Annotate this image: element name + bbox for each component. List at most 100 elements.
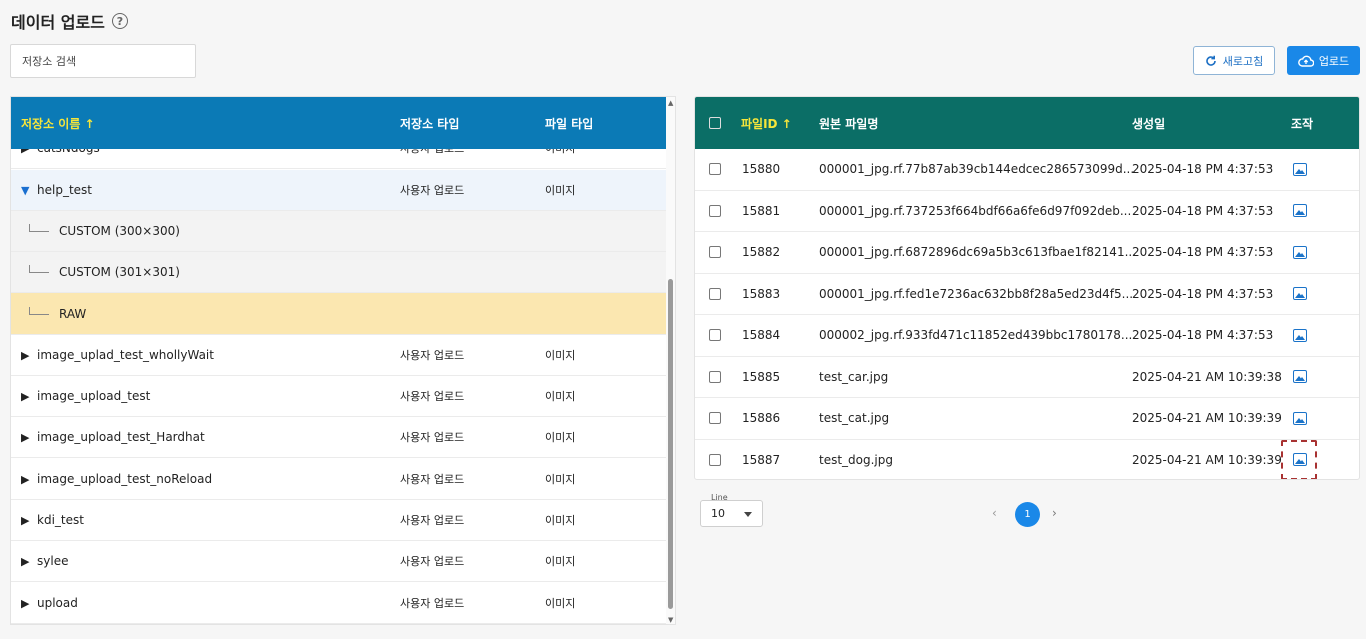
next-page-icon[interactable]: › bbox=[1052, 506, 1057, 520]
row-checkbox[interactable] bbox=[709, 204, 721, 217]
image-preview-icon[interactable] bbox=[1293, 370, 1307, 384]
refresh-icon bbox=[1205, 55, 1216, 66]
file-id-cell: 15882 bbox=[742, 245, 781, 260]
repository-table-header: 저장소 이름 ↑ 저장소 타입 파일 타입 bbox=[11, 97, 666, 149]
tree-branch-line bbox=[29, 224, 49, 232]
image-preview-icon[interactable] bbox=[1293, 245, 1307, 259]
expand-right-icon[interactable]: ▶ bbox=[21, 514, 31, 527]
page-title: 데이터 업로드 ? bbox=[11, 9, 128, 33]
table-row[interactable]: ▶catsNdogs 사용자 업로드 이미지 bbox=[11, 149, 666, 169]
file-name-cell: test_car.jpg bbox=[819, 369, 889, 384]
file-id-cell: 15884 bbox=[742, 328, 781, 343]
row-checkbox[interactable] bbox=[709, 246, 721, 259]
created-date-cell: 2025-04-18 PM 4:37:53 bbox=[1132, 162, 1274, 177]
scroll-down-icon[interactable]: ▼ bbox=[668, 616, 673, 624]
search-placeholder: 저장소 검색 bbox=[22, 55, 77, 68]
image-preview-icon[interactable] bbox=[1293, 204, 1307, 218]
table-row[interactable]: ▶ image_upload_test_noReload 사용자 업로드 이미지 bbox=[11, 459, 666, 500]
file-name-cell: 000002_jpg.rf.933fd471c11852ed439bbc1780… bbox=[819, 328, 1133, 343]
created-date-cell: 2025-04-18 PM 4:37:53 bbox=[1132, 286, 1274, 301]
table-row[interactable]: ▼ help_test 사용자 업로드 이미지 bbox=[11, 170, 666, 211]
highlight-box bbox=[1281, 439, 1317, 479]
expand-right-icon[interactable]: ▶ bbox=[21, 431, 31, 444]
repository-table: 저장소 이름 ↑ 저장소 타입 파일 타입 ▶catsNdogs 사용자 업로드… bbox=[10, 96, 676, 625]
search-input[interactable]: 저장소 검색 bbox=[10, 44, 196, 78]
row-checkbox[interactable] bbox=[709, 370, 721, 383]
sort-repo-name-header[interactable]: 저장소 이름 ↑ bbox=[21, 115, 95, 132]
table-row[interactable]: 15881 000001_jpg.rf.737253f664bdf66a6fe6d… bbox=[695, 191, 1359, 232]
original-name-header: 원본 파일명 bbox=[819, 116, 879, 131]
created-date-cell: 2025-04-18 PM 4:37:53 bbox=[1132, 245, 1274, 260]
table-row[interactable]: 15882 000001_jpg.rf.6872896dc69a5b3c613fb… bbox=[695, 232, 1359, 274]
table-row[interactable]: ▶ image_upload_test 사용자 업로드 이미지 bbox=[11, 376, 666, 417]
cloud-upload-icon bbox=[1297, 55, 1314, 67]
created-date-header: 생성일 bbox=[1132, 116, 1166, 131]
table-row[interactable]: 15886 test_cat.jpg 2025-04-21 AM 10:39:39 bbox=[695, 398, 1359, 440]
created-date-cell: 2025-04-21 AM 10:39:39 bbox=[1132, 452, 1282, 467]
table-row[interactable]: 15884 000002_jpg.rf.933fd471c11852ed439bb… bbox=[695, 315, 1359, 357]
table-row[interactable]: ▶ image_upload_test_Hardhat 사용자 업로드 이미지 bbox=[11, 417, 666, 458]
page-title-text: 데이터 업로드 bbox=[11, 13, 105, 32]
expand-right-icon[interactable]: ▶ bbox=[21, 555, 31, 568]
refresh-label: 새로고침 bbox=[1222, 54, 1264, 68]
table-row[interactable]: ▶ upload 사용자 업로드 이미지 bbox=[11, 583, 666, 624]
created-date-cell: 2025-04-21 AM 10:39:38 bbox=[1132, 369, 1282, 384]
row-checkbox[interactable] bbox=[709, 453, 721, 466]
file-name-cell: 000001_jpg.rf.737253f664bdf66a6fe6d97f09… bbox=[819, 203, 1132, 218]
file-name-cell: 000001_jpg.rf.77b87ab39cb144edcec2865730… bbox=[819, 162, 1135, 177]
image-preview-icon[interactable] bbox=[1293, 411, 1307, 425]
row-checkbox[interactable] bbox=[709, 329, 721, 342]
file-name-cell: test_cat.jpg bbox=[819, 411, 890, 426]
row-checkbox[interactable] bbox=[709, 163, 721, 176]
prev-page-icon[interactable]: ‹ bbox=[992, 506, 997, 520]
table-row[interactable]: 15887 test_dog.jpg 2025-04-21 AM 10:39:39 bbox=[695, 439, 1359, 479]
tree-child-row[interactable]: CUSTOM (301×301) bbox=[11, 252, 666, 293]
image-preview-icon[interactable] bbox=[1293, 162, 1307, 176]
tree-branch-line bbox=[29, 306, 49, 315]
image-preview-icon[interactable] bbox=[1293, 287, 1307, 301]
table-row[interactable]: ▶ kdi_test 사용자 업로드 이미지 bbox=[11, 500, 666, 541]
file-table-header: 파일ID ↑ 원본 파일명 생성일 조작 bbox=[695, 97, 1359, 149]
expand-right-icon[interactable]: ▶ bbox=[21, 149, 31, 155]
created-date-cell: 2025-04-18 PM 4:37:53 bbox=[1132, 328, 1274, 343]
lines-per-page-select[interactable]: 10 bbox=[700, 500, 763, 527]
select-all-checkbox[interactable] bbox=[709, 117, 721, 129]
upload-button[interactable]: 업로드 bbox=[1287, 46, 1360, 75]
tree-branch-line bbox=[29, 265, 49, 273]
expand-right-icon[interactable]: ▶ bbox=[21, 473, 31, 486]
file-id-cell: 15880 bbox=[742, 162, 781, 177]
page-1-button[interactable]: 1 bbox=[1015, 502, 1040, 527]
sort-file-id-header[interactable]: 파일ID ↑ bbox=[741, 97, 792, 149]
row-checkbox[interactable] bbox=[709, 287, 721, 300]
table-row[interactable]: 15880 000001_jpg.rf.77b87ab39cb144edcec28… bbox=[695, 149, 1359, 191]
repository-table-body: ▶catsNdogs 사용자 업로드 이미지 ▼help_test 사용자 업로… bbox=[11, 149, 666, 624]
file-name-cell: test_dog.jpg bbox=[819, 452, 894, 467]
scroll-thumb[interactable] bbox=[668, 279, 673, 609]
created-date-cell: 2025-04-18 PM 4:37:53 bbox=[1132, 203, 1274, 218]
refresh-button[interactable]: 새로고침 bbox=[1193, 46, 1275, 75]
file-id-cell: 15881 bbox=[742, 203, 781, 218]
repo-type-header: 저장소 타입 bbox=[400, 116, 460, 131]
action-header: 조작 bbox=[1291, 116, 1314, 131]
upload-label: 업로드 bbox=[1318, 54, 1350, 68]
expand-right-icon[interactable]: ▶ bbox=[21, 597, 31, 610]
lines-per-page-value: 10 bbox=[711, 507, 725, 520]
row-checkbox[interactable] bbox=[709, 412, 721, 425]
table-row[interactable]: ▶ image_uplad_test_whollyWait 사용자 업로드 이미지 bbox=[11, 335, 666, 376]
file-id-cell: 15883 bbox=[742, 286, 781, 301]
expand-right-icon[interactable]: ▶ bbox=[21, 390, 31, 403]
expand-right-icon[interactable]: ▶ bbox=[21, 349, 31, 362]
table-row[interactable]: ▶ sylee 사용자 업로드 이미지 bbox=[11, 541, 666, 582]
vertical-scrollbar[interactable]: ▲ ▼ bbox=[666, 97, 675, 624]
table-row[interactable]: 15883 000001_jpg.rf.fed1e7236ac632bb8f28a… bbox=[695, 274, 1359, 315]
file-table: 파일ID ↑ 원본 파일명 생성일 조작 15880 000001_jpg.rf.… bbox=[694, 96, 1360, 480]
tree-child-row-selected[interactable]: RAW bbox=[11, 293, 666, 335]
collapse-down-icon[interactable]: ▼ bbox=[21, 184, 31, 197]
image-preview-icon[interactable] bbox=[1293, 328, 1307, 342]
table-row[interactable]: 15885 test_car.jpg 2025-04-21 AM 10:39:38 bbox=[695, 357, 1359, 398]
question-circle-icon[interactable]: ? bbox=[111, 13, 128, 29]
created-date-cell: 2025-04-21 AM 10:39:39 bbox=[1132, 411, 1282, 426]
scroll-up-icon[interactable]: ▲ bbox=[668, 99, 673, 107]
file-name-cell: 000001_jpg.rf.fed1e7236ac632bb8f28a5ed23… bbox=[819, 286, 1134, 301]
tree-child-row[interactable]: CUSTOM (300×300) bbox=[11, 211, 666, 252]
